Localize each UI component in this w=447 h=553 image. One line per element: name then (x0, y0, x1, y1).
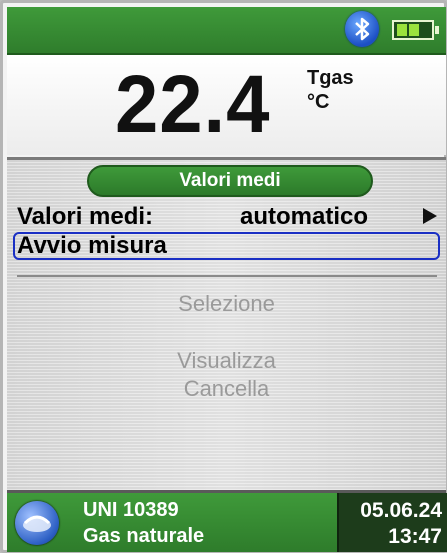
time-label: 13:47 (388, 525, 442, 548)
fuel-type: Gas naturale (83, 525, 205, 547)
status-bar (7, 7, 446, 55)
chevron-right-icon[interactable] (423, 208, 437, 224)
flame-gas-icon (15, 501, 59, 545)
section-title: Valori medi (87, 165, 373, 197)
bottom-bar: UNI 10389 Gas naturale 05.06.24 13:47 (7, 493, 447, 552)
device-screen: 22.4 Tgas °C Valori medi Valori medi: au… (0, 0, 447, 553)
battery-level-bar (397, 24, 407, 36)
menu-panel: Valori medi Valori medi: automatico Avvi… (7, 160, 446, 490)
fuel-standard: UNI 10389 (83, 499, 179, 521)
menu-option-view: Visualizza (177, 348, 276, 373)
measurement-unit: °C (307, 91, 330, 113)
menu-row-label-averages[interactable]: Valori medi: (17, 203, 153, 231)
divider (17, 275, 437, 277)
menu-row-value-averages[interactable]: automatico (240, 203, 368, 231)
menu-option-delete: Cancella (183, 376, 270, 401)
measurement-value: 22.4 (115, 59, 271, 150)
menu-row-label-start[interactable]: Avvio misura (17, 232, 167, 260)
measurement-parameter: Tgas (307, 67, 354, 89)
bluetooth-icon (345, 11, 379, 47)
battery-level-bar (409, 24, 419, 36)
menu-option-selection: Selezione (178, 291, 275, 316)
battery-icon (392, 20, 439, 40)
date-label: 05.06.24 (360, 499, 442, 522)
clock-panel: 05.06.24 13:47 (337, 493, 447, 552)
reading-area: 22.4 Tgas °C (7, 55, 446, 155)
